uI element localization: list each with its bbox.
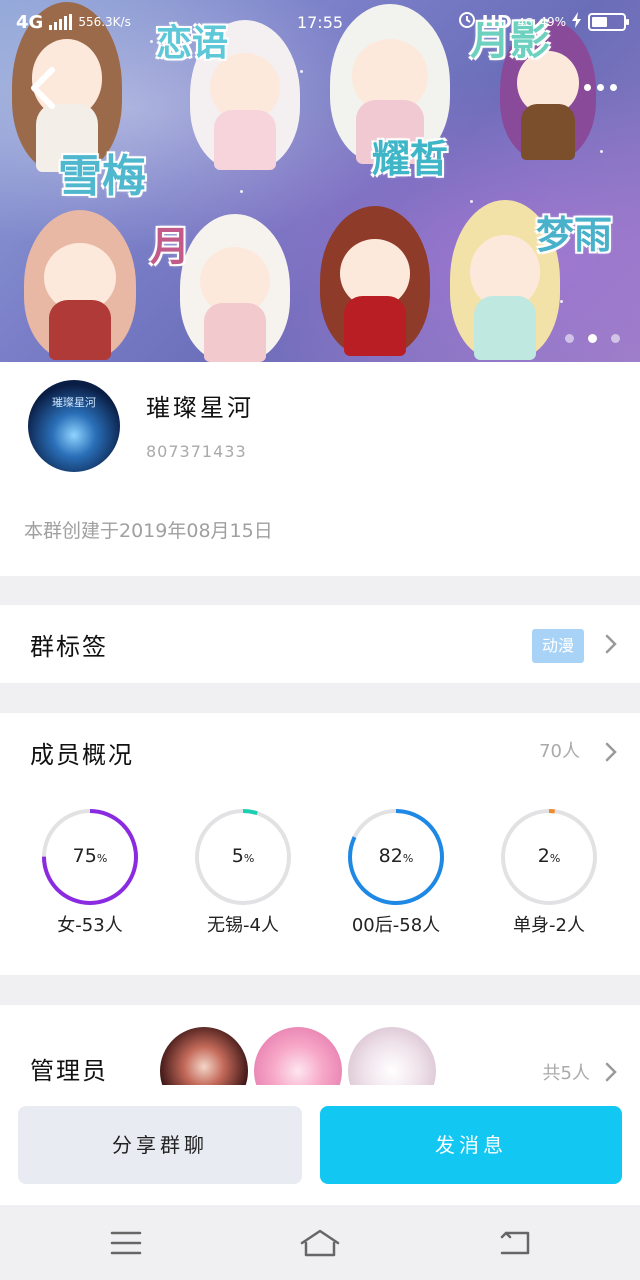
status-bar: 4G 556.3K/s 17:55 HD 4G 49% — [0, 0, 640, 44]
stat-percent: 82% — [378, 845, 414, 867]
section-title: 群标签 — [30, 633, 108, 661]
chevron-right-icon[interactable] — [604, 741, 618, 763]
member-stat-single: 2% 单身-2人 — [479, 807, 619, 937]
more-icon — [583, 83, 591, 91]
chevron-right-icon — [605, 634, 617, 654]
member-stat-city: 5% 无锡-4人 — [173, 807, 313, 937]
carousel-dot[interactable] — [565, 334, 574, 343]
group-info-card: 璀璨星河 璀璨星河 807371433 本群创建于2019年08月15日 — [0, 362, 640, 576]
network-speed: 556.3K/s — [78, 15, 131, 29]
menu-button[interactable] — [104, 1223, 148, 1263]
clock: 17:55 — [296, 12, 344, 32]
banner-label: 耀皙 — [372, 137, 449, 181]
character-illustration — [24, 210, 136, 360]
group-id[interactable]: 807371433 — [146, 442, 247, 461]
stat-label: 无锡-4人 — [207, 915, 279, 936]
network-type: 4G — [16, 11, 44, 33]
group-banner[interactable]: 恋语 月影 雪梅 耀皙 梦雨 月 4G 556.3K/s 17:55 HD 4G… — [0, 0, 640, 362]
stat-percent: 2% — [537, 845, 561, 867]
section-title: 管理员 — [30, 1057, 108, 1085]
tag-badge: 动漫 — [531, 629, 584, 663]
system-nav-bar — [0, 1205, 640, 1280]
group-tags-row[interactable]: 群标签 动漫 — [0, 605, 640, 683]
battery-icon — [588, 13, 629, 31]
battery-percent: 49% — [539, 15, 566, 29]
back-nav-button[interactable] — [494, 1223, 538, 1263]
home-button[interactable] — [298, 1223, 342, 1263]
stat-percent: 5% — [231, 845, 255, 867]
member-stat-female: 75% 女-53人 — [20, 807, 160, 937]
character-illustration — [320, 206, 430, 356]
home-icon — [300, 1229, 340, 1257]
menu-icon — [110, 1231, 142, 1255]
more-options-button[interactable] — [578, 74, 622, 100]
stat-percent: 75% — [72, 845, 108, 867]
banner-label: 雪梅 — [58, 151, 146, 202]
carousel-dot[interactable] — [588, 334, 597, 343]
alarm-icon — [458, 11, 476, 33]
character-illustration — [180, 214, 290, 362]
share-group-button[interactable]: 分享群聊 — [18, 1106, 302, 1184]
banner-label: 梦雨 — [536, 213, 613, 257]
avatar-text: 璀璨星河 — [52, 396, 96, 409]
stat-label: 单身-2人 — [513, 915, 585, 936]
carousel-dot[interactable] — [611, 334, 620, 343]
action-bar: 分享群聊 发消息 — [0, 1085, 640, 1205]
return-icon — [500, 1231, 530, 1255]
stat-label: 00后-58人 — [351, 915, 441, 936]
group-avatar[interactable]: 璀璨星河 — [28, 380, 120, 472]
network-type-right: 4G — [517, 15, 534, 29]
member-stat-age: 82% 00后-58人 — [326, 807, 466, 937]
group-created-date: 本群创建于2019年08月15日 — [24, 520, 273, 542]
group-name: 璀璨星河 — [146, 394, 254, 422]
chevron-right-icon — [605, 1062, 617, 1082]
carousel-indicator — [565, 334, 620, 343]
stat-label: 女-53人 — [57, 915, 123, 936]
signal-icon — [49, 14, 73, 30]
charging-icon — [572, 12, 582, 32]
admin-total: 共5人 — [542, 1063, 590, 1084]
member-count[interactable]: 70人 — [539, 737, 580, 763]
hd-badge: HD — [481, 11, 512, 33]
chevron-left-icon — [31, 67, 55, 109]
back-button[interactable] — [26, 66, 62, 110]
banner-label: 月 — [150, 224, 190, 270]
send-message-button[interactable]: 发消息 — [320, 1106, 622, 1184]
member-overview: 成员概况 70人 75% 女-53人 5% 无锡-4人 82% 00后-58人 — [0, 713, 640, 975]
section-title: 成员概况 — [30, 741, 134, 769]
